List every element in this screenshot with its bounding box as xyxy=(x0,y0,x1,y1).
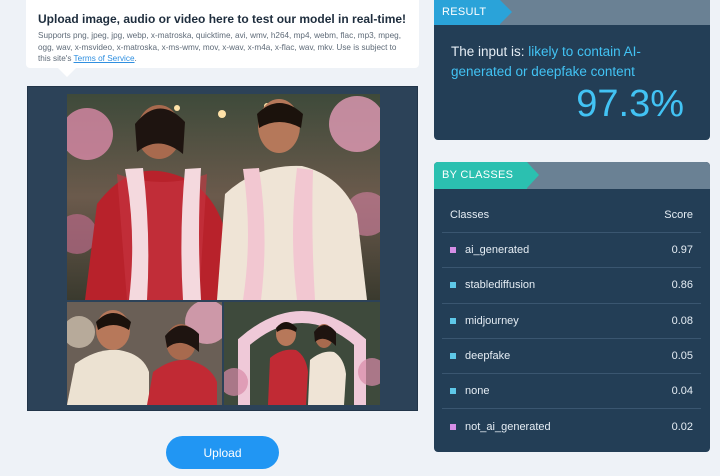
class-color-swatch xyxy=(450,353,456,360)
header-classes: Classes xyxy=(450,209,490,221)
class-color-swatch xyxy=(450,247,456,254)
class-name: midjourney xyxy=(465,314,519,327)
couple-garden-image xyxy=(67,94,380,300)
table-row: none 0.04 xyxy=(442,374,701,410)
table-row: deepfake 0.05 xyxy=(442,339,701,375)
terms-of-service-link[interactable]: Terms of Service xyxy=(74,54,135,63)
class-score: 0.05 xyxy=(671,350,693,363)
preview-photo-right xyxy=(224,302,380,405)
class-cell: stablediffusion xyxy=(450,279,535,291)
result-card: RESULT The input is: likely to contain A… xyxy=(434,0,710,140)
class-cell: not_ai_generated xyxy=(450,421,551,433)
result-header: RESULT xyxy=(434,0,710,25)
result-prefix: The input is: xyxy=(451,44,529,59)
table-row: midjourney 0.08 xyxy=(442,304,701,339)
result-tag: RESULT xyxy=(434,0,513,25)
table-row: not_ai_generated 0.02 xyxy=(442,409,701,444)
classes-header: BY CLASSES xyxy=(434,162,710,189)
class-score: 0.08 xyxy=(671,314,693,327)
result-text: The input is: likely to contain AI-gener… xyxy=(451,42,691,82)
terms-suffix: . xyxy=(134,54,137,63)
header-score: Score xyxy=(664,209,693,221)
class-cell: none xyxy=(450,385,489,397)
class-cell: deepfake xyxy=(450,350,510,362)
preview-photo-main xyxy=(67,94,380,300)
class-color-swatch xyxy=(450,424,456,431)
class-color-swatch xyxy=(450,282,456,289)
classes-table: Classes Score ai_generated 0.97 stabledi… xyxy=(442,198,701,445)
class-name: not_ai_generated xyxy=(465,421,551,434)
class-score: 0.97 xyxy=(671,244,693,257)
result-score: 97.3% xyxy=(576,83,684,125)
upload-info-title: Upload image, audio or video here to tes… xyxy=(38,12,407,26)
classes-tag: BY CLASSES xyxy=(434,162,540,189)
upload-button[interactable]: Upload xyxy=(166,436,279,469)
class-color-swatch xyxy=(450,388,456,395)
classes-card: BY CLASSES Classes Score ai_generated 0.… xyxy=(434,162,710,452)
table-row: ai_generated 0.97 xyxy=(442,233,701,269)
class-score: 0.86 xyxy=(671,279,693,292)
class-cell: ai_generated xyxy=(450,244,529,256)
class-color-swatch xyxy=(450,317,456,324)
image-preview-panel xyxy=(27,86,418,411)
classes-table-header: Classes Score xyxy=(442,198,701,233)
couple-arch-image xyxy=(224,302,380,405)
class-cell: midjourney xyxy=(450,315,519,327)
class-score: 0.04 xyxy=(671,385,693,398)
preview-photo-left xyxy=(67,302,222,405)
table-row: stablediffusion 0.86 xyxy=(442,268,701,304)
detector-page: Upload image, audio or video here to tes… xyxy=(0,0,720,476)
class-name: ai_generated xyxy=(465,244,530,257)
upload-info-card: Upload image, audio or video here to tes… xyxy=(26,0,419,77)
class-score: 0.02 xyxy=(671,421,693,434)
class-name: stablediffusion xyxy=(465,279,536,292)
class-name: none xyxy=(465,385,490,398)
class-name: deepfake xyxy=(465,350,511,363)
couple-portrait-image xyxy=(67,302,222,405)
supported-formats-text: Supports png, jpeg, jpg, webp, x-matrosk… xyxy=(38,30,407,65)
